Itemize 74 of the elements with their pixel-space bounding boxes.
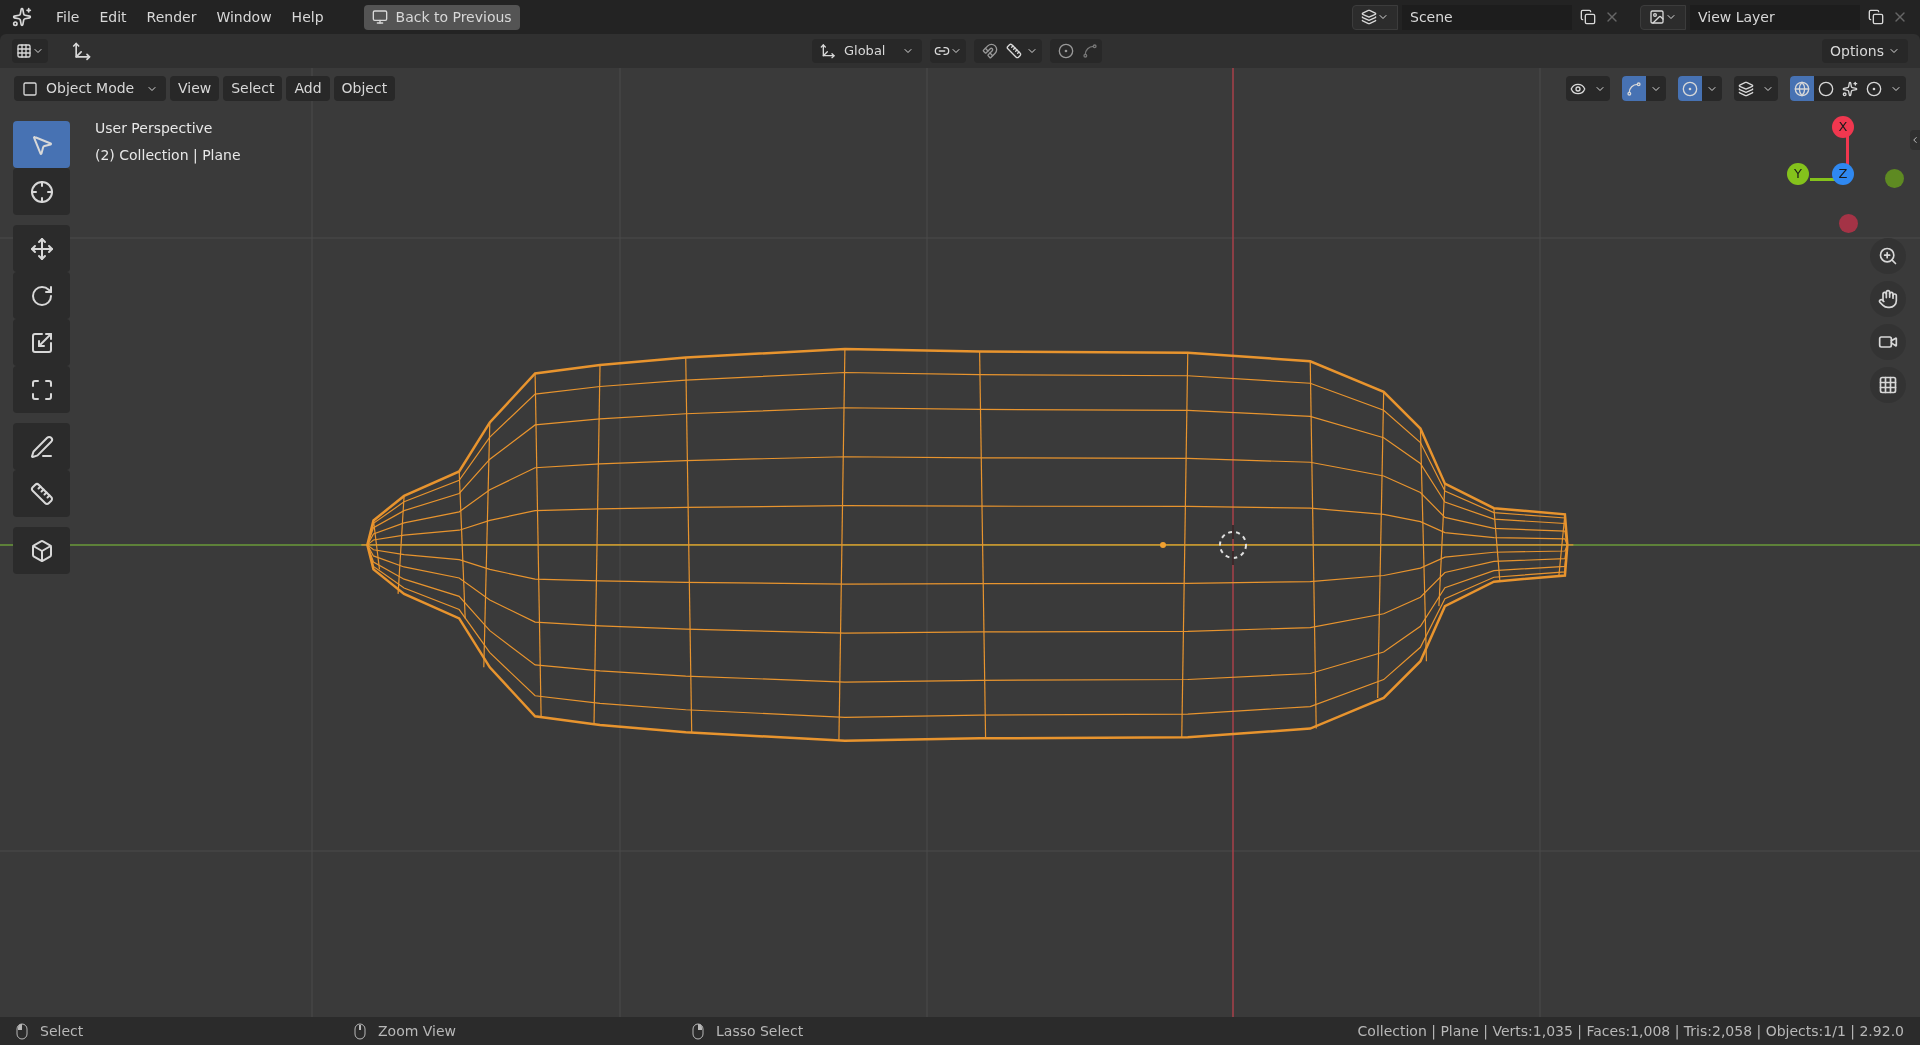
transform-icon — [29, 377, 54, 402]
status-hint: Lasso Select — [716, 1021, 804, 1041]
copy-icon[interactable] — [1580, 9, 1596, 25]
view-name-label: User Perspective — [95, 119, 214, 138]
orientation-dropdown[interactable]: Global — [812, 39, 922, 63]
axes-icon — [820, 43, 836, 59]
sparkle-icon — [1842, 80, 1858, 97]
3d-cursor-icon[interactable] — [1219, 524, 1247, 566]
ruler-icon[interactable] — [1006, 43, 1022, 59]
object-info-label: (2) Collection | Plane — [95, 146, 241, 166]
square-icon — [22, 80, 38, 97]
viewport-menu[interactable]: Add — [286, 76, 330, 101]
options-dropdown[interactable]: Options — [1821, 39, 1908, 63]
sidebar-toggle-icon[interactable] — [1910, 130, 1920, 150]
circle-icon — [1818, 80, 1834, 97]
rotate-icon — [29, 283, 54, 308]
pivot-dropdown[interactable] — [930, 39, 966, 63]
scene-field[interactable]: Scene — [1402, 4, 1572, 30]
mode-dropdown[interactable]: Object Mode — [14, 76, 166, 101]
magnet-icon — [982, 43, 998, 59]
annotate-tool-button[interactable] — [13, 423, 70, 470]
move-icon — [29, 236, 54, 261]
move-tool-button[interactable] — [13, 225, 70, 272]
menu-item[interactable]: Window — [208, 6, 280, 28]
mouse-icon — [16, 1022, 28, 1040]
crosshair-icon — [29, 179, 54, 204]
copy-icon[interactable] — [1868, 9, 1884, 25]
monitor-icon — [371, 9, 388, 25]
ruler-icon — [29, 481, 54, 506]
view-layer-selector[interactable] — [1640, 4, 1686, 30]
status-hint: Select — [40, 1021, 84, 1041]
back-to-previous-button[interactable]: Back to Previous — [363, 4, 520, 30]
axis-label[interactable]: Z — [1832, 163, 1854, 185]
viewport-menu[interactable]: View — [170, 76, 220, 101]
origin-dot — [1160, 541, 1166, 548]
cursor-tool-button[interactable] — [13, 168, 70, 215]
grid-icon[interactable] — [1870, 367, 1906, 403]
wireframe-shading-button[interactable] — [1790, 76, 1814, 101]
cube-icon — [29, 538, 54, 563]
editor-type-button[interactable] — [12, 39, 48, 63]
curve-icon — [1626, 80, 1642, 97]
overlay-toggle[interactable] — [1678, 76, 1702, 101]
transform-tool-button[interactable] — [13, 366, 70, 413]
viewport-menu[interactable]: Object — [333, 76, 396, 101]
add-cube-tool-button[interactable] — [13, 527, 70, 574]
menu-item[interactable]: File — [48, 6, 88, 28]
scene-statistics: Collection | Plane | Verts:1,035 | Faces:1,008 | Tris:2,058 | Objects:1/1 | 2.92.0 — [1357, 1021, 1904, 1042]
dot-circle-icon — [1866, 80, 1882, 97]
layers-icon — [1361, 9, 1377, 25]
zoom-icon[interactable] — [1870, 238, 1906, 274]
menu-item[interactable]: Help — [283, 6, 332, 28]
view-layer-field[interactable]: View Layer — [1690, 4, 1860, 30]
falloff-curve-icon[interactable] — [1082, 43, 1098, 59]
gizmo-toggle[interactable] — [1622, 76, 1646, 101]
axis-label[interactable]: X — [1832, 116, 1854, 138]
pencil-icon — [29, 434, 54, 459]
image-icon — [1649, 9, 1665, 25]
camera-icon[interactable] — [1870, 324, 1906, 360]
layers-icon — [1738, 80, 1754, 97]
hand-icon[interactable] — [1870, 281, 1906, 317]
menu-item[interactable]: Edit — [91, 6, 135, 28]
globe-icon — [1794, 80, 1810, 97]
dot-circle-icon — [1058, 43, 1074, 59]
scale-icon — [29, 330, 54, 355]
app-logo-icon[interactable] — [12, 7, 32, 27]
measure-tool-button[interactable] — [13, 470, 70, 517]
viewport-menu[interactable]: Select — [223, 76, 283, 101]
scene-selector[interactable] — [1352, 4, 1398, 30]
menu-item[interactable]: Render — [138, 6, 205, 28]
axis-label[interactable]: Y — [1787, 163, 1809, 185]
status-hint: Zoom View — [378, 1021, 457, 1041]
mouse-icon — [692, 1022, 704, 1040]
mouse-icon — [354, 1022, 366, 1040]
grid-icon — [16, 43, 32, 59]
